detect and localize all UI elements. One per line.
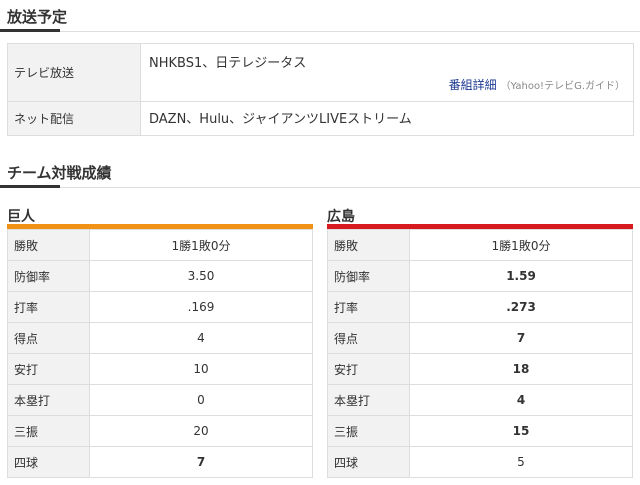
- stat-value: 1勝1敗0分: [409, 229, 633, 261]
- stat-value: 1.59: [409, 260, 633, 292]
- stat-label: 勝敗: [327, 229, 410, 261]
- stat-value: 7: [89, 446, 313, 478]
- stat-label: 打率: [7, 291, 90, 323]
- stat-value: 10: [89, 353, 313, 385]
- stat-row: 本塁打 0: [7, 384, 313, 416]
- stat-value: 20: [89, 415, 313, 447]
- stat-label: 得点: [327, 322, 410, 354]
- program-detail: 番組詳細 （Yahoo!テレビG.ガイド）: [449, 76, 625, 93]
- stat-row: 得点 4: [7, 322, 313, 354]
- team-panel-giants: 巨人 勝敗 1勝1敗0分 防御率 3.50 打率 .169 得点 4 安打 10 本塁打 0 三振 20 四…: [7, 200, 313, 478]
- stat-value: 4: [409, 384, 633, 416]
- stat-row: 四球 5: [327, 446, 633, 478]
- stat-row: 防御率 1.59: [327, 260, 633, 292]
- broadcast-section-title: 放送予定: [7, 8, 68, 26]
- broadcast-label: テレビ放送: [7, 43, 141, 102]
- broadcast-table: テレビ放送 NHKBS1、日テレジータス 番組詳細 （Yahoo!テレビG.ガイド…: [7, 43, 634, 136]
- broadcast-value: DAZN、Hulu、ジャイアンツLIVEストリーム: [140, 101, 634, 136]
- stat-value: 0: [89, 384, 313, 416]
- stat-row: 勝敗 1勝1敗0分: [7, 229, 313, 261]
- broadcast-row-net: ネット配信 DAZN、Hulu、ジャイアンツLIVEストリーム: [7, 101, 634, 136]
- stat-row: 三振 20: [7, 415, 313, 447]
- stat-label: 本塁打: [7, 384, 90, 416]
- broadcast-value-cell: NHKBS1、日テレジータス 番組詳細 （Yahoo!テレビG.ガイド）: [140, 43, 634, 102]
- stat-value: 18: [409, 353, 633, 385]
- broadcast-value: NHKBS1、日テレジータス: [149, 56, 307, 71]
- program-detail-link[interactable]: 番組詳細: [449, 78, 497, 92]
- stat-row: 得点 7: [327, 322, 633, 354]
- team-stats-table: 勝敗 1勝1敗0分 防御率 3.50 打率 .169 得点 4 安打 10 本塁打 0 三振 20 四球 7: [7, 229, 313, 478]
- broadcast-section-header: 放送予定: [0, 0, 640, 32]
- stat-row: 勝敗 1勝1敗0分: [327, 229, 633, 261]
- team-stats-table: 勝敗 1勝1敗0分 防御率 1.59 打率 .273 得点 7 安打 18 本塁打 4 三振 15 四球 5: [327, 229, 633, 478]
- stat-row: 四球 7: [7, 446, 313, 478]
- stat-label: 勝敗: [7, 229, 90, 261]
- stat-value: .169: [89, 291, 313, 323]
- stat-row: 安打 10: [7, 353, 313, 385]
- stat-value: 15: [409, 415, 633, 447]
- broadcast-row-tv: テレビ放送 NHKBS1、日テレジータス 番組詳細 （Yahoo!テレビG.ガイド…: [7, 43, 634, 102]
- stat-label: 打率: [327, 291, 410, 323]
- stat-label: 防御率: [327, 260, 410, 292]
- stat-label: 本塁打: [327, 384, 410, 416]
- section-title-underline: [0, 29, 60, 32]
- stat-value: .273: [409, 291, 633, 323]
- program-detail-source: （Yahoo!テレビG.ガイド）: [500, 81, 625, 92]
- stat-label: 得点: [7, 322, 90, 354]
- stat-label: 三振: [7, 415, 90, 447]
- stat-label: 三振: [327, 415, 410, 447]
- matchup-section-header: チーム対戦成績: [0, 156, 640, 188]
- section-title-underline: [0, 185, 60, 188]
- stat-row: 本塁打 4: [327, 384, 633, 416]
- stat-row: 安打 18: [327, 353, 633, 385]
- stat-value: 1勝1敗0分: [89, 229, 313, 261]
- stat-value: 3.50: [89, 260, 313, 292]
- stat-label: 四球: [327, 446, 410, 478]
- team-panel-carp: 広島 勝敗 1勝1敗0分 防御率 1.59 打率 .273 得点 7 安打 18 本塁打 4 三振 15 四…: [327, 200, 633, 478]
- stat-row: 打率 .169: [7, 291, 313, 323]
- matchup-section-title: チーム対戦成績: [7, 164, 112, 182]
- stat-label: 四球: [7, 446, 90, 478]
- broadcast-label: ネット配信: [7, 101, 141, 136]
- stat-label: 防御率: [7, 260, 90, 292]
- stat-row: 打率 .273: [327, 291, 633, 323]
- team-name: 巨人: [7, 209, 35, 225]
- stat-value: 4: [89, 322, 313, 354]
- stat-row: 防御率 3.50: [7, 260, 313, 292]
- stat-value: 5: [409, 446, 633, 478]
- stat-label: 安打: [7, 353, 90, 385]
- team-name: 広島: [327, 209, 355, 225]
- stat-value: 7: [409, 322, 633, 354]
- stat-row: 三振 15: [327, 415, 633, 447]
- stat-label: 安打: [327, 353, 410, 385]
